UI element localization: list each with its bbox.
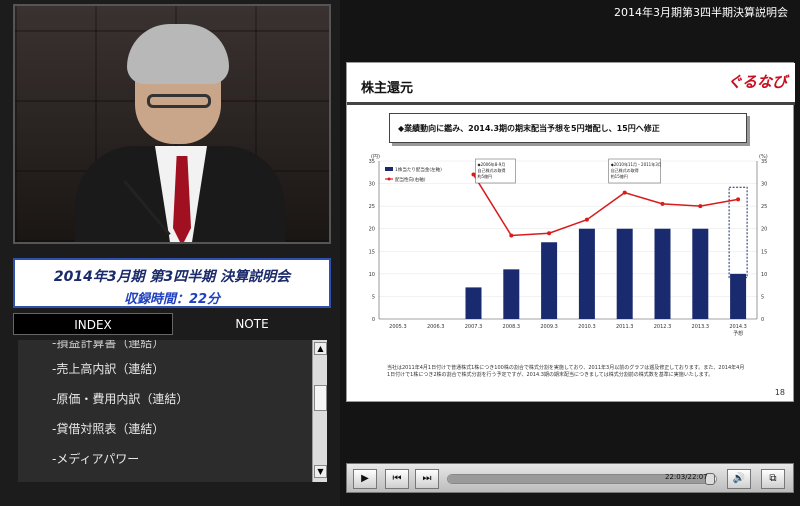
bar	[730, 273, 747, 319]
y-right-tick-label: 15	[761, 249, 767, 255]
x-tick-sublabel: 予想	[733, 330, 743, 337]
speaker-glasses	[147, 94, 211, 108]
y-left-tick-label: 0	[372, 317, 375, 323]
annotation-text: 約15億円	[611, 173, 628, 179]
payout-point	[547, 231, 552, 236]
skip-back-icon[interactable]: ⏮	[385, 469, 409, 489]
duration-label: 収録時間：22分	[123, 292, 221, 307]
payout-point	[660, 201, 665, 206]
index-list: -損益計算書（連結） -売上高内訳（連結） -原価・費用内訳（連結） -貸借対照…	[18, 340, 314, 482]
y-right-tick-label: 0	[761, 317, 764, 323]
x-tick-label: 2006.3	[427, 324, 445, 330]
slide-heading: 株主還元	[361, 81, 414, 96]
legend-line-label: 配当性向(右軸)	[395, 176, 426, 183]
tab-note[interactable]: NOTE	[173, 313, 331, 335]
y-right-tick-label: 25	[761, 204, 767, 210]
x-tick-label: 2007.3	[465, 324, 483, 330]
payout-point	[698, 204, 703, 209]
y-left-tick-label: 20	[369, 227, 375, 233]
y-right-tick-label: 20	[761, 227, 767, 233]
scroll-thumb[interactable]	[314, 385, 327, 411]
payout-point	[509, 233, 514, 238]
event-title: 2014年3月期 第3四半期 決算説明会	[53, 269, 291, 285]
scroll-down-icon[interactable]: ▼	[314, 465, 327, 478]
slide-note: ◆業績動向に鑑み、2014.3期の期末配当予想を5円増配し、15円へ修正	[389, 113, 747, 143]
scroll-up-icon[interactable]: ▲	[314, 342, 327, 355]
company-logo: ぐるなび	[727, 73, 787, 91]
legend-bar-label: 1株当たり配当金(左軸)	[395, 166, 442, 173]
slide-page-number: 18	[774, 388, 785, 397]
x-tick-label: 2010.3	[578, 324, 596, 330]
annotation-text: 自己株式の取得	[478, 167, 506, 173]
y-left-tick-label: 30	[369, 182, 375, 188]
x-tick-label: 2013.3	[692, 324, 710, 330]
x-tick-label: 2014.3	[729, 324, 747, 330]
y-right-tick-label: 10	[761, 272, 767, 278]
index-scrollbar[interactable]: ▲ ▼	[312, 340, 327, 482]
right-panel: 2014年3月期第3四半期決算説明会 株主還元 ぐるなび ◆業績動向に鑑み、20…	[340, 0, 800, 506]
payout-point	[471, 172, 476, 177]
dividend-chart: 0 05 510 1015 1520 2025 2530 3035 35(円) (%)2005.3…	[369, 154, 768, 337]
speaker-icon[interactable]: 🔊	[727, 469, 751, 489]
x-tick-label: 2008.3	[503, 324, 521, 330]
bar	[503, 269, 520, 319]
bar	[541, 242, 558, 319]
index-item[interactable]: -損益計算書（連結）	[18, 340, 314, 354]
slide-header: 株主還元 ぐるなび	[347, 63, 795, 105]
app-window: 2014年3月期 第3四半期 決算説明会 収録時間：22分 INDEX NOTE…	[0, 0, 800, 506]
play-icon[interactable]: ▶	[353, 469, 377, 489]
annotation-text: 約5億円	[478, 173, 493, 179]
window-icon[interactable]: ⧉	[761, 469, 785, 489]
bar	[465, 287, 482, 319]
bar	[692, 228, 709, 319]
page-title: 2014年3月期第3四半期決算説明会	[614, 6, 788, 19]
y-right-unit: (%)	[759, 154, 768, 160]
video-player[interactable]	[13, 4, 331, 244]
y-left-tick-label: 15	[369, 249, 375, 255]
bar	[654, 228, 671, 319]
skip-forward-icon[interactable]: ⏭	[415, 469, 439, 489]
slide-footnote: 当社は2011年4月1日付けで普通株式1株につき100株の割合で株式分割を実施し…	[387, 365, 745, 378]
index-item[interactable]: -売上高内訳（連結）	[18, 354, 314, 384]
y-left-unit: (円)	[371, 154, 380, 160]
annotation-text: 自己株式の取得	[611, 167, 639, 173]
payout-point	[584, 217, 589, 222]
y-right-tick-label: 30	[761, 182, 767, 188]
payout-point	[622, 190, 627, 195]
x-tick-label: 2005.3	[389, 324, 407, 330]
annotation-text: ◆2010年11月・2011年3月	[611, 161, 662, 167]
index-item[interactable]: -貸借対照表（連結）	[18, 414, 314, 444]
presentation-slide: 株主還元 ぐるなび ◆業績動向に鑑み、2014.3期の期末配当予想を5円増配し、…	[346, 62, 795, 402]
x-tick-label: 2011.3	[616, 324, 634, 330]
legend-bar-swatch	[385, 167, 393, 171]
annotation-text: ◆2006年8-9月	[478, 161, 506, 167]
left-panel: 2014年3月期 第3四半期 決算説明会 収録時間：22分 INDEX NOTE…	[0, 0, 340, 506]
index-item[interactable]: -メディアパワー	[18, 444, 314, 474]
player-controls: ▶ ⏮ ⏭ 22:03/22:07 🔊 ⧉	[346, 463, 794, 493]
event-title-box: 2014年3月期 第3四半期 決算説明会 収録時間：22分	[13, 258, 331, 308]
tab-bar: INDEX NOTE	[13, 313, 331, 335]
tab-index[interactable]: INDEX	[13, 313, 173, 335]
x-tick-label: 2009.3	[540, 324, 558, 330]
time-label: 22:03/22:07	[665, 473, 708, 481]
legend-line-marker	[387, 177, 391, 181]
y-right-tick-label: 5	[761, 294, 764, 300]
bar	[616, 228, 633, 319]
bar	[578, 228, 595, 319]
index-item[interactable]: -原価・費用内訳（連結）	[18, 384, 314, 414]
y-left-tick-label: 25	[369, 204, 375, 210]
x-tick-label: 2012.3	[654, 324, 672, 330]
payout-point	[736, 197, 741, 202]
y-left-tick-label: 10	[369, 272, 375, 278]
y-left-tick-label: 5	[372, 294, 375, 300]
